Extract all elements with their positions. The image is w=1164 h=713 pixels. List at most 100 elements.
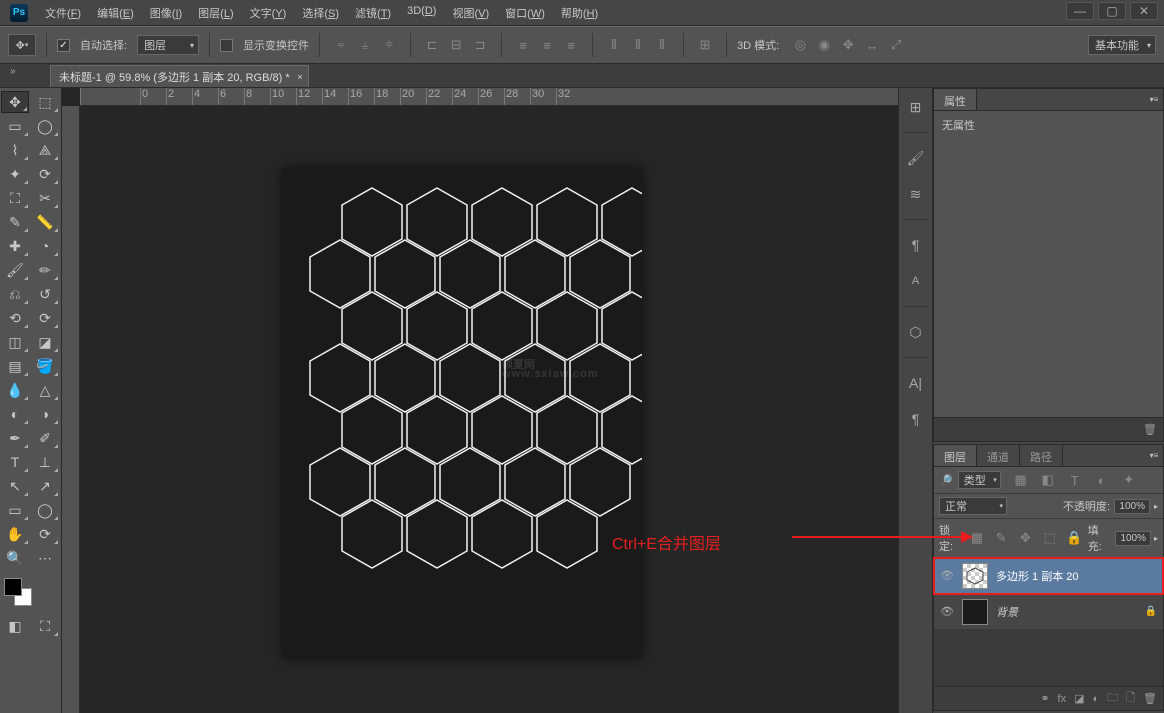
pen-tool[interactable]: ✒ — [1, 427, 29, 449]
show-transform-checkbox[interactable] — [220, 39, 233, 52]
layer-name[interactable]: 背景 — [996, 604, 1018, 620]
link-layers-icon[interactable]: ⚭ — [1040, 692, 1049, 705]
hand-tool[interactable]: ✋ — [1, 523, 29, 545]
poly-lasso-tool[interactable]: ⟁ — [31, 139, 59, 161]
layer-name[interactable]: 多边形 1 副本 20 — [996, 568, 1079, 584]
auto-align-icon[interactable]: ⊞ — [694, 35, 716, 55]
quick-mask[interactable]: ◧ — [1, 615, 29, 637]
menu-layer[interactable]: 图层(L) — [191, 1, 240, 25]
menu-view[interactable]: 视图(V) — [445, 1, 496, 25]
minimize-button[interactable]: — — [1066, 2, 1094, 20]
lasso-tool[interactable]: ⌇ — [1, 139, 29, 161]
lock-position-icon[interactable]: ✥ — [1015, 528, 1036, 548]
tab-expand-icon[interactable]: » — [10, 66, 16, 77]
brushes-panel-icon[interactable]: 🖌 — [904, 147, 928, 169]
filter-pixel-icon[interactable]: ▦ — [1010, 470, 1032, 490]
close-tab-icon[interactable]: × — [297, 72, 302, 82]
eyedropper-tool[interactable]: ✎ — [1, 211, 29, 233]
channels-tab[interactable]: 通道 — [977, 445, 1020, 466]
gradient-tool[interactable]: ▤ — [1, 355, 29, 377]
delete-layer-icon[interactable]: 🗑 — [1143, 692, 1157, 705]
brush-presets-icon[interactable]: ≋ — [904, 183, 928, 205]
eraser-tool[interactable]: ◫ — [1, 331, 29, 353]
lock-all-icon[interactable]: 🔒 — [1063, 528, 1084, 548]
healing-brush-tool[interactable]: ✚ — [1, 235, 29, 257]
brush-tool[interactable]: 🖌 — [1, 259, 29, 281]
trash-icon[interactable]: 🗑 — [1143, 423, 1157, 436]
distribute-right-icon[interactable]: ⦀ — [651, 35, 673, 55]
align-bottom-icon[interactable]: ⫩ — [378, 35, 400, 55]
distribute-hcenter-icon[interactable]: ⦀ — [627, 35, 649, 55]
dodge-tool[interactable]: ◐ — [1, 403, 29, 425]
crop-tool[interactable]: ⛶ — [1, 187, 29, 209]
3d-orbit-icon[interactable]: ◎ — [789, 35, 811, 55]
burn-tool[interactable]: ◑ — [31, 403, 59, 425]
blur-tool[interactable]: 💧 — [1, 379, 29, 401]
move-tool[interactable]: ✥ — [1, 91, 29, 113]
color-swatches[interactable] — [4, 578, 32, 606]
lock-icon[interactable]: 🔒 — [1145, 606, 1157, 617]
paint-bucket-tool[interactable]: 🪣 — [31, 355, 59, 377]
lock-artboard-icon[interactable]: ⬚ — [1039, 528, 1060, 548]
menu-file[interactable]: 文件(F) — [38, 1, 88, 25]
ellipse-marquee-tool[interactable]: ◯ — [31, 115, 59, 137]
ruler-vertical[interactable] — [62, 106, 80, 713]
type-tool[interactable]: T — [1, 451, 29, 473]
3d-panel-icon[interactable]: ⬡ — [904, 321, 928, 343]
glyph-panel-icon[interactable]: ¶ — [904, 408, 928, 430]
menu-filter[interactable]: 滤镜(T) — [348, 1, 398, 25]
rect-shape-tool[interactable]: ▭ — [1, 499, 29, 521]
rotate-view-tool[interactable]: ⟳ — [31, 523, 59, 545]
workspace-selector[interactable]: 基本功能 — [1088, 35, 1156, 55]
slice-tool[interactable]: ✂ — [31, 187, 59, 209]
screen-mode[interactable]: ⛶ — [31, 615, 59, 637]
visibility-toggle-icon[interactable]: 👁 — [940, 569, 954, 582]
layer-fx-icon[interactable]: fx — [1058, 693, 1067, 705]
history-tool[interactable]: ⟲ — [1, 307, 29, 329]
layer-row[interactable]: 👁 背景 🔒 — [934, 594, 1163, 630]
adjustment-layer-icon[interactable]: ◐ — [1093, 693, 1100, 705]
direct-select-tool[interactable]: ↗ — [31, 475, 59, 497]
vertical-type-tool[interactable]: ⊥ — [31, 451, 59, 473]
layers-panel-menu-icon[interactable]: ▾≡ — [1145, 445, 1163, 466]
artboard-tool[interactable]: ⬚ — [31, 91, 59, 113]
distribute-bottom-icon[interactable]: ≡ — [560, 35, 582, 55]
close-button[interactable]: ✕ — [1130, 2, 1158, 20]
zoom-tool[interactable]: 🔍 — [1, 547, 29, 569]
menu-select[interactable]: 选择(S) — [295, 1, 346, 25]
align-right-icon[interactable]: ⊐ — [469, 35, 491, 55]
edit-toolbar[interactable]: ⋯ — [31, 547, 59, 569]
3d-pan-icon[interactable]: ✥ — [837, 35, 859, 55]
align-left-icon[interactable]: ⊏ — [421, 35, 443, 55]
visibility-toggle-icon[interactable]: 👁 — [940, 605, 954, 618]
foreground-swatch[interactable] — [4, 578, 22, 596]
auto-select-target[interactable]: 图层 — [137, 35, 199, 55]
blend-mode-select[interactable]: 正常 — [939, 497, 1007, 515]
canvas-area[interactable]: 02468101214161820222426283032 — [62, 88, 898, 713]
align-vcenter-icon[interactable]: ⫨ — [354, 35, 376, 55]
auto-select-checkbox[interactable] — [57, 39, 70, 52]
filter-type-icon[interactable]: T — [1064, 470, 1086, 490]
artboard[interactable] — [282, 168, 642, 658]
magic-wand-tool[interactable]: ✦ — [1, 163, 29, 185]
new-layer-icon[interactable]: 🗋 — [1126, 689, 1135, 708]
align-hcenter-icon[interactable]: ⊟ — [445, 35, 467, 55]
art-history-tool[interactable]: ⟳ — [31, 307, 59, 329]
filter-shape-icon[interactable]: ◐ — [1091, 470, 1113, 490]
layer-mask-icon[interactable]: ◪ — [1074, 692, 1084, 705]
properties-tab[interactable]: 属性 — [934, 89, 977, 110]
filter-adjust-icon[interactable]: ◧ — [1037, 470, 1059, 490]
pencil-tool[interactable]: ✏ — [31, 259, 59, 281]
menu-3d[interactable]: 3D(D) — [400, 1, 443, 25]
layer-row[interactable]: 👁 多边形 1 副本 20 — [934, 558, 1163, 594]
layer-thumbnail[interactable] — [962, 599, 988, 625]
distribute-left-icon[interactable]: ⦀ — [603, 35, 625, 55]
paragraph-panel-icon[interactable]: ¶ — [904, 234, 928, 256]
history-brush-tool[interactable]: ↺ — [31, 283, 59, 305]
layer-thumbnail[interactable] — [962, 563, 988, 589]
menu-edit[interactable]: 编辑(E) — [90, 1, 141, 25]
fill-value[interactable]: 100% — [1115, 531, 1151, 546]
menu-help[interactable]: 帮助(H) — [554, 1, 605, 25]
bg-eraser-tool[interactable]: ◪ — [31, 331, 59, 353]
menu-image[interactable]: 图像(I) — [143, 1, 189, 25]
